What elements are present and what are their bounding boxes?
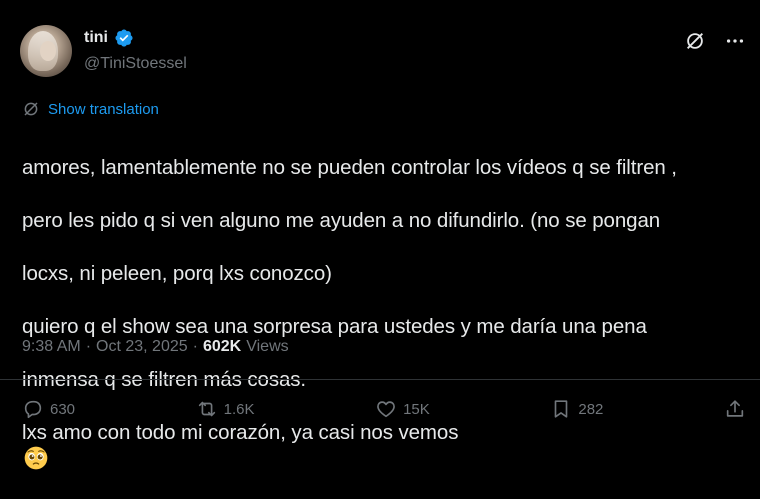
show-translation-label: Show translation [48,100,159,118]
reply-icon [24,400,42,419]
author-display-name[interactable]: tini [84,29,108,47]
tweet-line: locxs, ni peleen, porq lxs conozco) [22,261,332,285]
translate-icon [24,102,38,116]
heart-icon [377,401,395,418]
tweet-last-line-wrap: lxs amo con todo mi corazón, ya casi nos… [22,420,757,473]
views-count: 602K [202,338,242,355]
tweet-line: lxs amo con todo mi corazón, ya casi nos… [22,420,459,444]
avatar[interactable] [20,25,72,77]
repost-count: 1.6K [223,400,255,418]
views-label: Views [246,338,289,355]
tweet-date[interactable]: Oct 23, 2025 [96,338,188,356]
verified-badge-icon [115,29,133,47]
share-button[interactable] [724,398,746,420]
tweet-line: amores, lamentablemente no se pueden con… [22,155,677,179]
bookmark-icon [555,400,568,418]
repost-button[interactable]: 1.6K [196,398,255,420]
reply-count: 630 [50,400,76,418]
meta-separator: · [192,338,198,355]
action-bar: 630 1.6K 15K 282 [22,398,746,420]
author-handle[interactable]: @TiniStoessel [84,55,187,73]
more-options-icon[interactable] [724,30,746,52]
repost-icon [198,401,215,417]
tweet-line: pero les pido q si ven alguno me ayuden … [22,208,661,232]
tweet-time[interactable]: 9:38 AM [22,338,81,356]
share-icon [726,400,744,417]
author-name-row: tini [84,28,134,48]
like-button[interactable]: 15K [375,398,430,420]
divider [0,379,760,380]
meta-separator: · [85,338,92,355]
show-translation-link[interactable]: Show translation [22,100,159,118]
grok-icon[interactable] [684,30,706,52]
reply-button[interactable]: 630 [22,398,75,420]
bookmark-button[interactable]: 282 [550,398,603,420]
tweet-meta: 9:38 AM · Oct 23, 2025 · 602K Views [22,338,289,356]
top-actions [684,30,746,52]
pleading-face-icon [24,446,48,470]
bookmark-count: 282 [578,400,604,418]
tweet-text: amores, lamentablemente no se pueden con… [22,128,757,499]
avatar-face [40,41,56,61]
like-count: 15K [403,400,430,418]
tweet-line: quiero q el show sea una sorpresa para u… [22,314,647,338]
